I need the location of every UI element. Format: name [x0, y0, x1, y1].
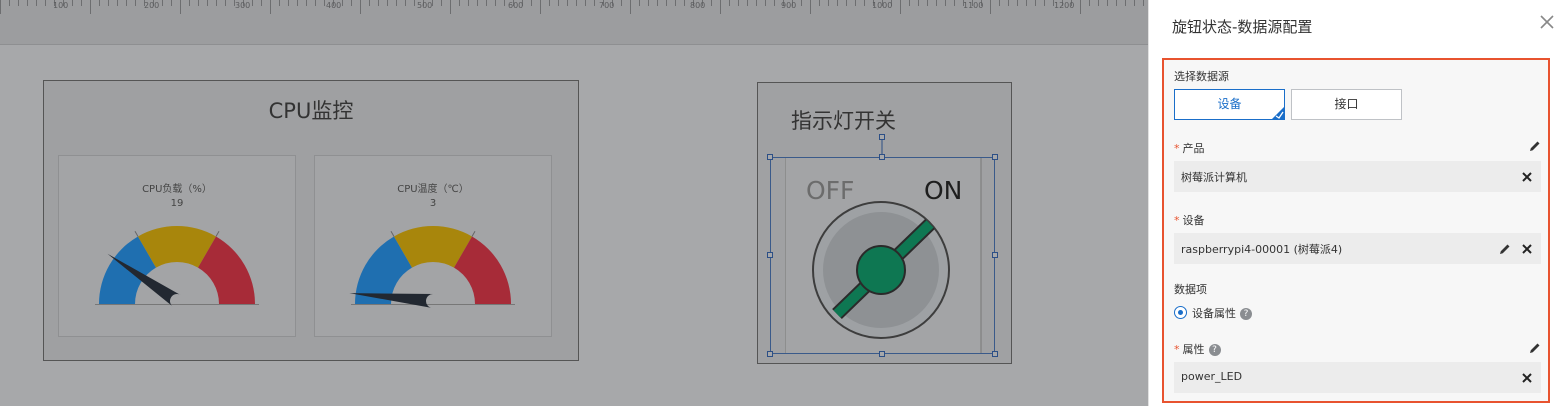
clear-product-icon[interactable]	[1520, 170, 1534, 184]
panel-title: 旋钮状态-数据源配置	[1172, 18, 1313, 36]
ruler-label: 700	[599, 1, 615, 10]
product-field[interactable]: 树莓派计算机	[1174, 161, 1541, 192]
data-source-config-panel: 旋钮状态-数据源配置 选择数据源 设备 接口 * 产品 树莓派计算机 * 设备 ra…	[1148, 0, 1563, 406]
clear-attribute-icon[interactable]	[1520, 371, 1534, 385]
gauge-tick	[134, 231, 139, 237]
ruler-label: 400	[326, 1, 342, 10]
resize-handle-right[interactable]	[992, 252, 998, 258]
selection-frame[interactable]	[770, 157, 995, 354]
attribute-value: power_LED	[1181, 370, 1243, 383]
resize-handle-top[interactable]	[879, 154, 885, 160]
check-corner-icon	[1271, 106, 1285, 120]
edit-product-icon[interactable]	[1528, 139, 1542, 153]
ruler-label: 1000	[872, 1, 893, 10]
device-value: raspberrypi4-00001 (树莓派4)	[1181, 243, 1343, 256]
cpu-panel-title: CPU监控	[268, 99, 354, 123]
ruler-label: 300	[235, 1, 251, 10]
resize-handle-top-right[interactable]	[992, 154, 998, 160]
led-panel-title: 指示灯开关	[791, 109, 896, 133]
ruler-label: 500	[417, 1, 433, 10]
product-value: 树莓派计算机	[1181, 171, 1247, 184]
ruler-label: 900	[781, 1, 797, 10]
gauge-dial	[95, 226, 259, 307]
attribute-label-text: 属性	[1182, 343, 1205, 356]
source-device-label: 设备	[1217, 97, 1242, 111]
source-device-button[interactable]: 设备	[1174, 89, 1285, 120]
edit-attribute-icon[interactable]	[1528, 341, 1542, 355]
source-api-label: 接口	[1334, 97, 1359, 111]
cpu-monitor-panel[interactable]: CPU监控 CPU负载（%） 19 CPU温度（℃） 3	[43, 80, 579, 361]
horizontal-ruler: 100 200 300 400 500 600 700 800 900 1000 1100 1200	[0, 0, 1148, 45]
device-property-label: 设备属性	[1192, 307, 1236, 320]
cpu-load-gauge[interactable]: CPU负载（%） 19	[58, 155, 296, 337]
attribute-field[interactable]: power_LED	[1174, 362, 1541, 393]
help-icon[interactable]: ?	[1240, 308, 1252, 320]
gauge-tick	[390, 231, 395, 237]
cpu-temperature-gauge[interactable]: CPU温度（℃） 3	[314, 155, 552, 337]
source-api-button[interactable]: 接口	[1291, 89, 1402, 120]
required-mark: *	[1174, 142, 1180, 155]
source-label: 选择数据源	[1174, 70, 1229, 83]
gauge-dial	[349, 226, 515, 308]
device-label: * 设备	[1174, 212, 1205, 228]
resize-handle-left[interactable]	[767, 252, 773, 258]
design-canvas[interactable]: 100 200 300 400 500 600 700 800 900 1000 1100 1200 …	[0, 0, 1148, 406]
ruler-label: 100	[53, 1, 69, 10]
device-field[interactable]: raspberrypi4-00001 (树莓派4)	[1174, 233, 1541, 264]
help-icon[interactable]: ?	[1208, 344, 1221, 356]
resize-handle-top-left[interactable]	[767, 154, 773, 160]
clear-device-icon[interactable]	[1520, 242, 1534, 256]
device-property-option: 设备属性?	[1192, 305, 1252, 321]
attribute-label: * 属性?	[1174, 341, 1221, 357]
ruler-label: 1200	[1054, 1, 1075, 10]
product-label-text: 产品	[1182, 142, 1205, 155]
rotate-handle[interactable]	[879, 134, 885, 140]
device-property-radio[interactable]	[1174, 306, 1187, 319]
resize-handle-bottom-right[interactable]	[992, 351, 998, 357]
edit-device-icon[interactable]	[1498, 242, 1512, 256]
required-mark: *	[1174, 343, 1180, 356]
data-item-label: 数据项	[1174, 283, 1207, 296]
close-icon[interactable]	[1537, 12, 1557, 32]
gauge-tick	[215, 231, 220, 237]
device-label-text: 设备	[1182, 214, 1205, 227]
ruler-label: 200	[144, 1, 160, 10]
required-mark: *	[1174, 214, 1180, 227]
gauge-tick	[471, 231, 476, 237]
resize-handle-bottom-left[interactable]	[767, 351, 773, 357]
resize-handle-bottom[interactable]	[879, 351, 885, 357]
ruler-label: 1100	[963, 1, 984, 10]
ruler-label: 600	[508, 1, 524, 10]
product-label: * 产品	[1174, 140, 1205, 156]
ruler-label: 800	[690, 1, 706, 10]
